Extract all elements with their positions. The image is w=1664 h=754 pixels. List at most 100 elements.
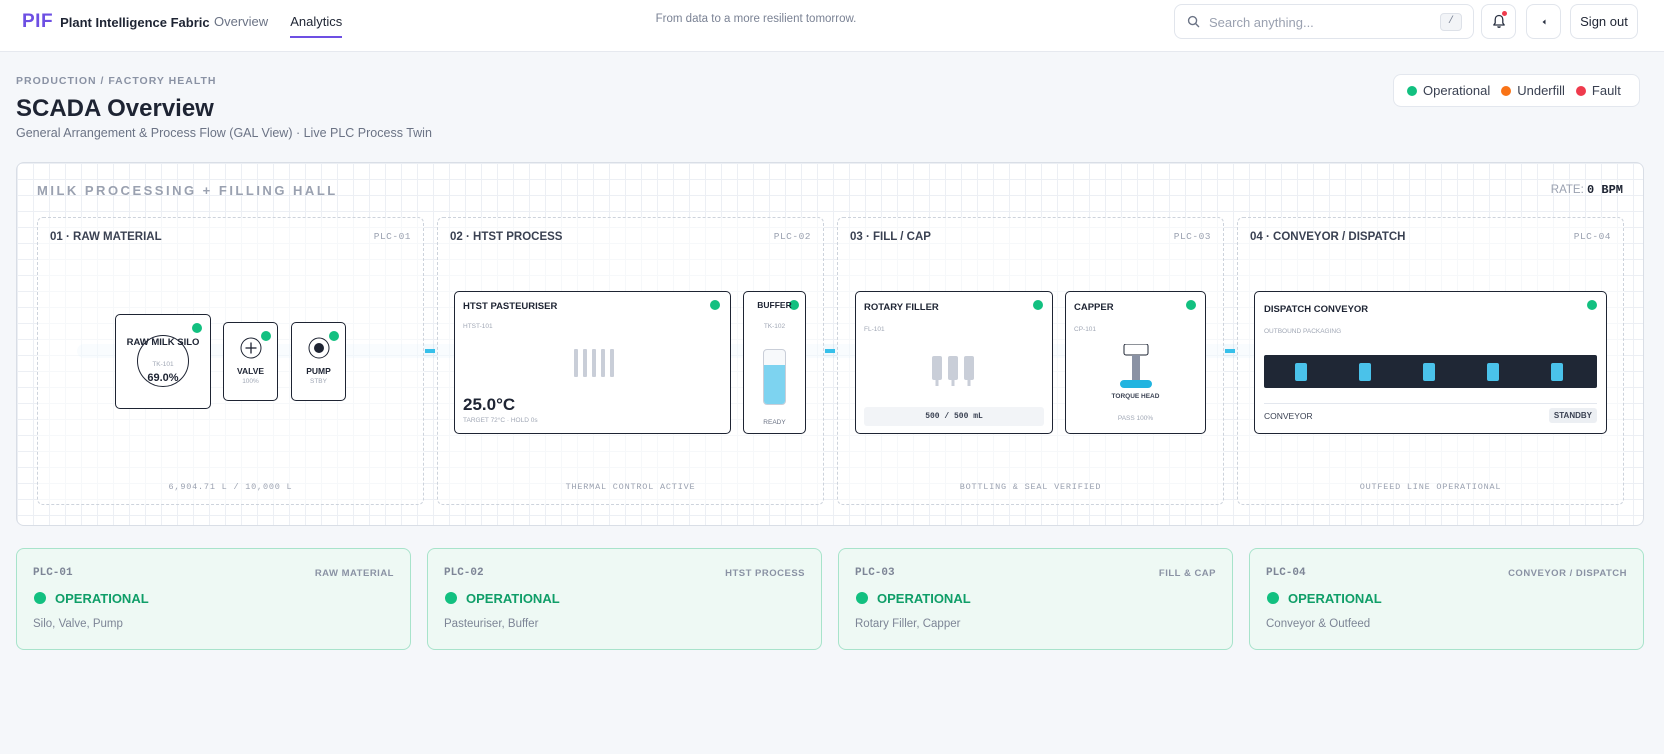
status-dot (1587, 300, 1597, 310)
rate-value: 0 BPM (1586, 183, 1623, 197)
raw-milk-silo[interactable]: RAW MILK SILO TK-101 69.0% (115, 314, 211, 409)
fault-dot (1575, 85, 1586, 96)
sign-out-button[interactable]: Sign out (1570, 4, 1638, 39)
silo-tag: TK-101 (152, 361, 174, 368)
conveyor-item (1487, 363, 1499, 381)
rate-label: RATE: (1550, 184, 1584, 196)
rotary-filler[interactable]: ROTARY FILLER FL-101 500 / 500 mL (855, 291, 1053, 434)
pump-title: PUMP (306, 366, 331, 376)
notification-badge (1502, 11, 1507, 16)
status-dot (192, 323, 202, 333)
plc-id: PLC-02 (444, 567, 484, 579)
status-dot (710, 300, 720, 310)
pasteuriser-note: TARGET 72°C · HOLD 0s (463, 417, 538, 424)
plc-card-04[interactable]: PLC-04 CONVEYOR / DISPATCH OPERATIONAL C… (1249, 548, 1644, 650)
status-legend: Operational Underfill Fault (1393, 74, 1640, 107)
conveyor-item (1295, 363, 1307, 381)
buffer-status: READY (763, 419, 786, 426)
conveyor-item (1423, 363, 1435, 381)
stage-footer: OUTFEED LINE OPERATIONAL (1359, 482, 1502, 492)
status-dot (261, 331, 271, 341)
stage-footer: 6,904.71 L / 10,000 L (168, 482, 293, 492)
flow-connector (425, 349, 435, 353)
conveyor-title: DISPATCH CONVEYOR (1264, 304, 1369, 315)
silo-title: RAW MILK SILO (126, 337, 200, 348)
stage-fill-cap[interactable]: 03 · FILL / CAP PLC-03 ROTARY FILLER FL-… (837, 217, 1224, 505)
plc-description: Pasteuriser, Buffer (444, 618, 539, 630)
page-subtitle: General Arrangement & Process Flow (GAL … (16, 126, 432, 140)
pump-value: STBY (310, 378, 327, 385)
chevron-left-icon (1542, 19, 1545, 24)
torque-head-icon (1120, 344, 1152, 388)
plc-card-03[interactable]: PLC-03 FILL & CAP OPERATIONAL Rotary Fil… (838, 548, 1233, 650)
plc-status: OPERATIONAL (877, 591, 971, 606)
flow-connector (825, 349, 835, 353)
stage-conveyor-dispatch[interactable]: 04 · CONVEYOR / DISPATCH PLC-04 DISPATCH… (1237, 217, 1624, 505)
plc-status: OPERATIONAL (55, 591, 149, 606)
status-dot (1267, 592, 1279, 604)
collapse-button[interactable] (1526, 4, 1561, 39)
status-dot (1186, 300, 1196, 310)
status-dot (856, 592, 868, 604)
underfill-dot (1501, 85, 1512, 96)
dispatch-conveyor[interactable]: DISPATCH CONVEYOR OUTBOUND PACKAGING CON… (1254, 291, 1607, 434)
plc-description: Silo, Valve, Pump (33, 618, 123, 630)
silo-level: 69.0% (147, 372, 179, 384)
stage-footer: BOTTLING & SEAL VERIFIED (959, 482, 1102, 492)
plc-area: HTST PROCESS (725, 568, 805, 579)
search-box[interactable]: / (1174, 4, 1474, 39)
status-dot (1033, 300, 1043, 310)
stage-raw-material[interactable]: 01 · RAW MATERIAL PLC-01 RAW MILK SILO T… (37, 217, 424, 505)
notifications-button[interactable] (1481, 4, 1516, 39)
conveyor-status-badge: STANDBY (1548, 408, 1597, 423)
legend-operational: Operational (1407, 83, 1490, 98)
pasteuriser-title: HTST PASTEURISER (463, 301, 558, 312)
plc-id: PLC-01 (33, 567, 73, 579)
plc-card-01[interactable]: PLC-01 RAW MATERIAL OPERATIONAL Silo, Va… (16, 548, 411, 650)
plc-status: OPERATIONAL (1288, 591, 1382, 606)
conveyor-label: CONVEYOR (1264, 411, 1313, 421)
capper-title: CAPPER (1074, 302, 1114, 313)
filler-title: ROTARY FILLER (864, 302, 939, 313)
valve-title: VALVE (236, 366, 265, 376)
valve[interactable]: VALVE 100% (223, 322, 278, 401)
pasteuriser-temp: 25.0°C (463, 395, 516, 414)
plc-card-02[interactable]: PLC-02 HTST PROCESS OPERATIONAL Pasteuri… (427, 548, 822, 650)
bell-icon (1492, 14, 1505, 28)
stage-label: 02 · HTST PROCESS (450, 231, 563, 243)
rate-readout: RATE: 0 BPM (1551, 183, 1623, 197)
capper[interactable]: CAPPER CP-101 TORQUE HEAD PASS 100% (1065, 291, 1206, 434)
status-dot (445, 592, 457, 604)
stage-plc: PLC-02 (773, 231, 811, 242)
buffer-level-gauge (763, 349, 786, 405)
divider (1264, 403, 1597, 404)
stage-plc: PLC-01 (373, 231, 411, 242)
buffer-tank[interactable]: BUFFER TK-102 READY (743, 291, 806, 434)
top-bar: PIF Plant Intelligence Fabric Overview A… (0, 0, 1664, 52)
page-title: SCADA Overview (16, 95, 214, 122)
stage-label: 01 · RAW MATERIAL (50, 231, 162, 243)
capper-pass: PASS 100% (1117, 415, 1154, 422)
search-input[interactable] (1209, 13, 1429, 31)
pump[interactable]: PUMP STBY (291, 322, 346, 401)
legend-label: Underfill (1517, 83, 1565, 98)
plc-area: CONVEYOR / DISPATCH (1508, 568, 1627, 579)
status-dot (34, 592, 46, 604)
buffer-level-fill (764, 365, 785, 404)
stage-htst-process[interactable]: 02 · HTST PROCESS PLC-02 HTST PASTEURISE… (437, 217, 824, 505)
htst-pasteuriser[interactable]: HTST PASTEURISER HTST-101 25.0°C TARGET … (454, 291, 731, 434)
plus-circle-icon (240, 337, 262, 359)
stage-label: 03 · FILL / CAP (850, 231, 931, 243)
pasteuriser-tag: HTST-101 (463, 323, 493, 330)
operational-dot (1407, 85, 1417, 96)
stage-footer: THERMAL CONTROL ACTIVE (565, 482, 696, 492)
conveyor-subtitle: OUTBOUND PACKAGING (1264, 328, 1342, 335)
plc-status: OPERATIONAL (466, 591, 560, 606)
filler-volume: 500 / 500 mL (864, 407, 1044, 426)
filling-nozzles-icon (932, 356, 974, 386)
capper-head-label: TORQUE HEAD (1111, 393, 1160, 400)
plc-id: PLC-04 (1266, 567, 1306, 579)
plc-description: Rotary Filler, Capper (855, 618, 961, 630)
filler-tag: FL-101 (864, 326, 885, 333)
legend-fault: Fault (1575, 83, 1621, 98)
